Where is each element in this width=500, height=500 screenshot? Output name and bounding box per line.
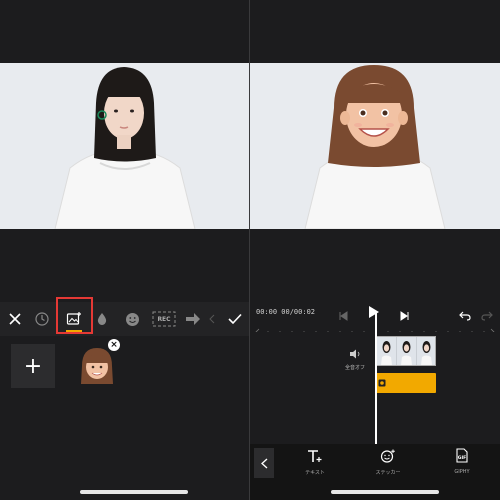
gif-icon: GIF	[456, 448, 468, 463]
remove-sticker-label: ×	[110, 340, 118, 350]
clip-frame	[417, 337, 435, 365]
sticker-tool-label: ステッカー	[375, 470, 401, 476]
home-indicator	[80, 490, 188, 494]
editor-toolbar: REC	[0, 302, 249, 336]
giphy-tool-label: GIPHY	[454, 469, 470, 475]
memoji-photo	[250, 63, 500, 229]
remove-sticker-button[interactable]: ×	[108, 339, 120, 351]
clip-frame	[397, 337, 417, 365]
clip-frame	[377, 337, 397, 365]
sticker-track-clip[interactable]	[376, 373, 436, 393]
emoji-icon[interactable]	[119, 306, 145, 332]
left-editor-panel: REC + ×	[0, 0, 249, 500]
sticker-tool[interactable]: ステッカー	[368, 448, 408, 476]
add-sticker-button[interactable]: +	[11, 344, 55, 388]
selected-tool-indicator	[66, 330, 82, 332]
video-clip[interactable]	[376, 336, 436, 366]
svg-text:GIF: GIF	[458, 455, 466, 461]
speaker-icon	[350, 349, 360, 359]
text-add-icon	[308, 450, 322, 462]
rec-label: REC	[157, 315, 171, 323]
photo-preview	[0, 63, 249, 229]
rec-button[interactable]: REC	[150, 306, 178, 332]
chevron-left-icon	[260, 457, 267, 469]
home-indicator	[331, 490, 439, 494]
add-label: +	[23, 353, 43, 379]
mute-toggle[interactable]: 全音オフ	[342, 344, 368, 371]
check-icon[interactable]	[222, 306, 248, 332]
text-tool[interactable]: テキスト	[295, 448, 335, 476]
timecode: 00:00 00/00:02	[256, 308, 316, 316]
close-icon[interactable]	[2, 306, 28, 332]
giphy-tool[interactable]: GIF GIPHY	[442, 448, 482, 475]
sticker-track-icon	[378, 379, 386, 387]
sticker-add-icon	[380, 449, 395, 463]
clock-icon[interactable]	[29, 306, 55, 332]
memoji-photo-preview	[250, 63, 500, 229]
playhead[interactable]	[375, 312, 377, 444]
volume-label: 全音オフ	[344, 365, 365, 371]
arrow-right-icon[interactable]	[180, 306, 206, 332]
play-icon[interactable]	[368, 304, 380, 323]
right-editor-panel: 00:00 00/00:02 全音オフ テキスト ステッカー GIF GIPHY	[250, 0, 500, 500]
back-button[interactable]	[254, 448, 274, 478]
woman-photo	[0, 63, 249, 229]
chevron-left-icon	[205, 306, 219, 332]
image-tool-highlight	[56, 297, 93, 334]
text-tool-label: テキスト	[305, 470, 325, 476]
